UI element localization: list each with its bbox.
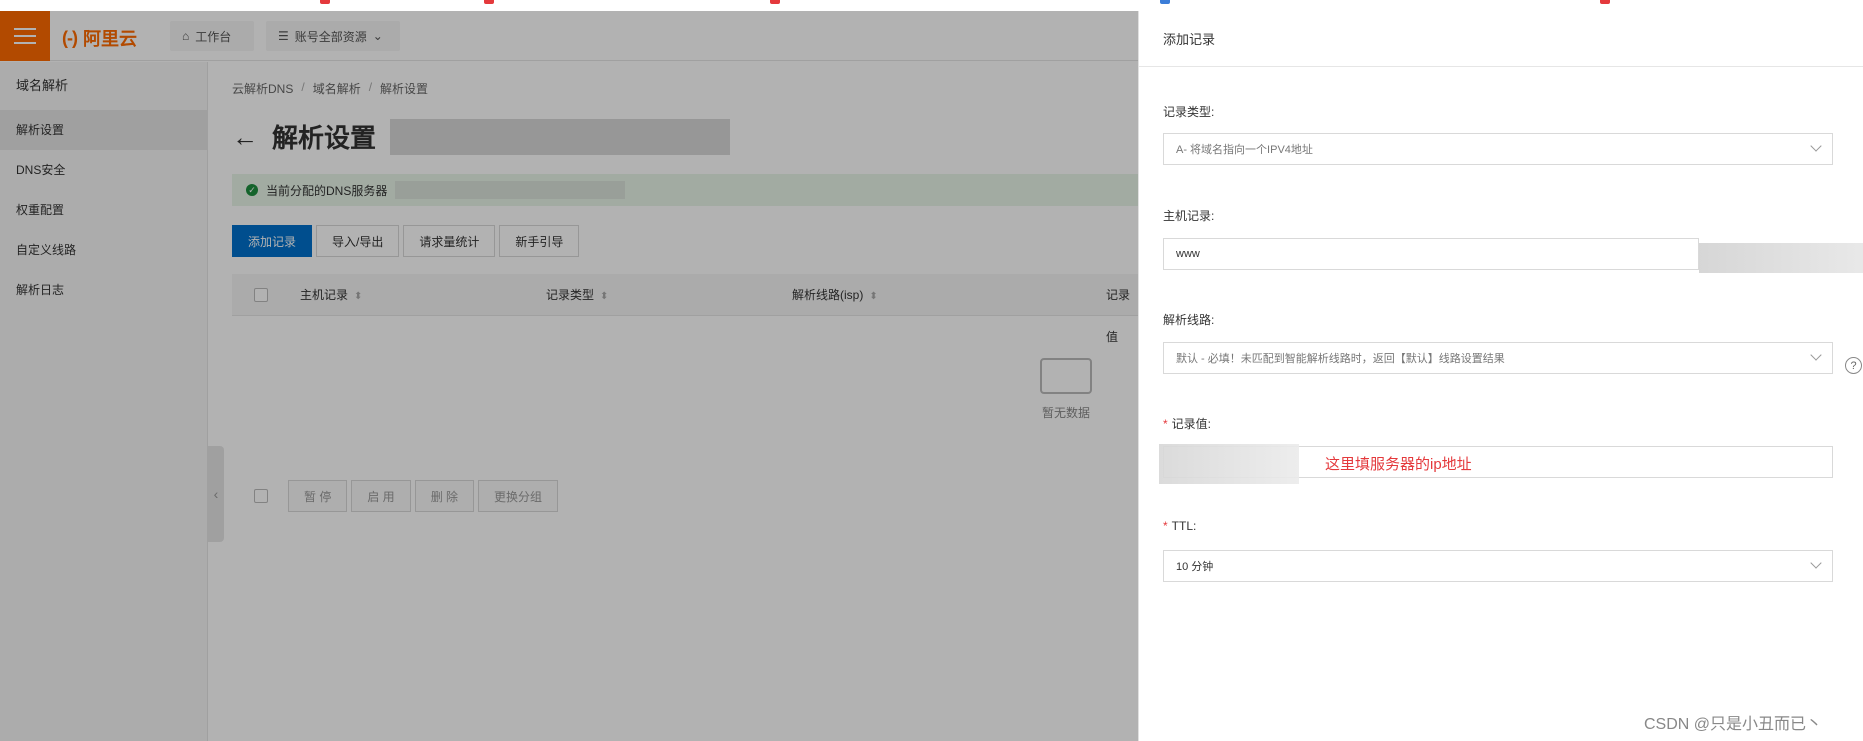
host-record-value: www [1176, 248, 1200, 260]
required-mark: * [1163, 519, 1168, 533]
ttl-value: 10 分钟 [1176, 561, 1214, 573]
redacted-record-value [1159, 444, 1299, 484]
chevron-down-icon [1810, 557, 1822, 569]
chevron-down-icon [1810, 140, 1822, 152]
dns-line-select[interactable]: 默认 - 必填！未匹配到智能解析线路时，返回【默认】线路设置结果 [1163, 342, 1833, 374]
record-type-value: A- 将域名指向一个IPV4地址 [1176, 144, 1313, 156]
csdn-watermark: CSDN @只是小丑而已丶 [1644, 716, 1823, 733]
record-type-select[interactable]: A- 将域名指向一个IPV4地址 [1163, 133, 1833, 165]
dns-line-label: 解析线路: [1163, 313, 1215, 327]
record-value-label: * 记录值: [1163, 417, 1212, 431]
required-mark: * [1163, 417, 1168, 431]
drawer-divider [1139, 66, 1863, 67]
record-type-label: 记录类型: [1163, 105, 1215, 119]
chevron-down-icon [1810, 349, 1822, 361]
redacted-domain-suffix [1699, 243, 1863, 273]
top-cutoff-strip [0, 0, 1863, 11]
ttl-select[interactable]: 10 分钟 [1163, 550, 1833, 582]
host-record-input[interactable]: www [1163, 238, 1699, 270]
help-icon[interactable]: ? [1845, 357, 1862, 374]
ttl-label: * TTL: [1163, 519, 1197, 533]
dns-line-value: 默认 - 必填！未匹配到智能解析线路时，返回【默认】线路设置结果 [1176, 353, 1505, 365]
host-record-label: 主机记录: [1163, 209, 1215, 223]
add-record-drawer: 添加记录 记录类型: A- 将域名指向一个IPV4地址 主机记录: www 解析… [1138, 11, 1863, 741]
drawer-title: 添加记录 [1163, 32, 1216, 47]
modal-overlay[interactable] [0, 11, 1138, 741]
annotation-text: 这里填服务器的ip地址 [1325, 456, 1472, 473]
